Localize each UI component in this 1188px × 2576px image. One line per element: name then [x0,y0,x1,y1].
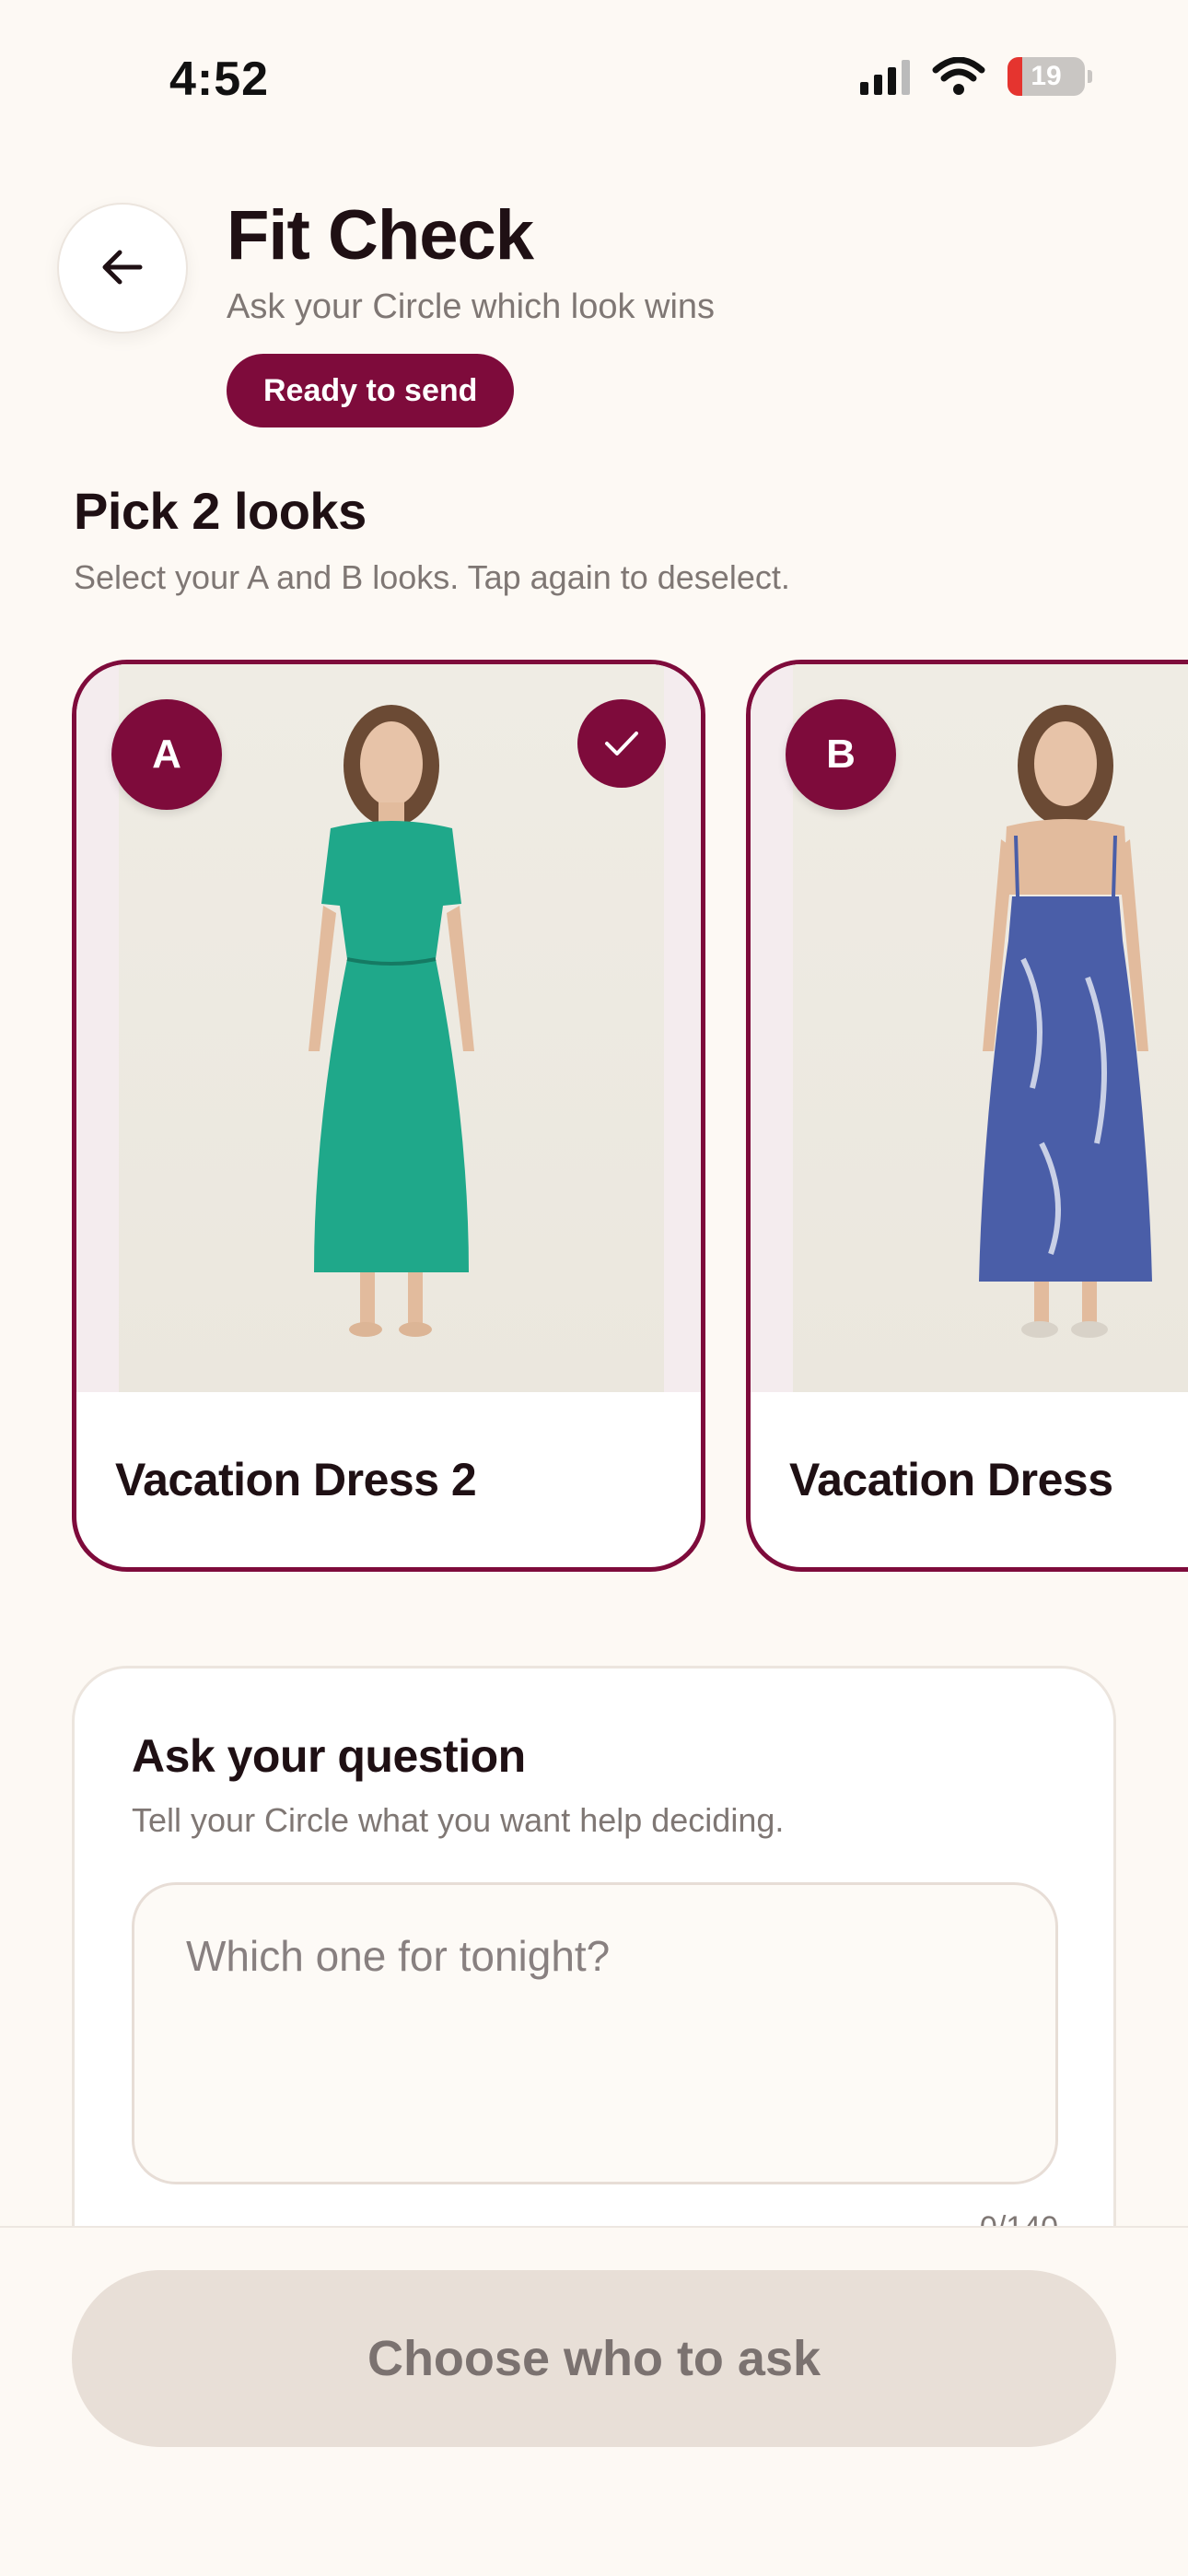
arrow-left-icon [101,249,144,288]
look-a-badge: A [111,699,222,810]
section-hint: Select your A and B looks. Tap again to … [74,558,790,596]
section-title: Pick 2 looks [74,482,367,540]
choose-who-to-ask-button[interactable]: Choose who to ask [72,2270,1116,2447]
battery-icon: 19 [1007,57,1092,96]
bottom-action-bar: Choose who to ask [0,2226,1188,2576]
look-card-a[interactable]: A Vacation Dress 2 [72,660,705,1572]
look-b-label: Vacation Dress [789,1454,1113,1505]
question-card: Ask your question Tell your Circle what … [72,1666,1116,2311]
look-b-badge: B [786,699,896,810]
page-subtitle: Ask your Circle which look wins [227,287,716,326]
look-photo: B [751,664,1188,1392]
page-title: Fit Check [227,196,534,275]
battery-fill [1007,57,1022,96]
look-photo: A [76,664,701,1392]
status-time: 4:52 [169,53,270,106]
cellular-signal-icon [860,58,910,95]
ready-status-badge: Ready to send [227,354,515,427]
look-a-label: Vacation Dress 2 [115,1454,477,1505]
fit-check-screen: 4:52 19 Fit Check Ask your Circle which … [0,0,1188,2576]
battery-level: 19 [1031,61,1062,91]
question-title: Ask your question [132,1730,526,1782]
look-card-b[interactable]: B Vacation Dress [746,660,1188,1572]
question-hint: Tell your Circle what you want help deci… [132,1801,785,1839]
wifi-icon [932,57,985,96]
status-icons: 19 [860,57,1092,96]
back-button[interactable] [57,203,188,334]
question-input[interactable] [132,1882,1058,2184]
checkmark-icon [577,699,666,788]
